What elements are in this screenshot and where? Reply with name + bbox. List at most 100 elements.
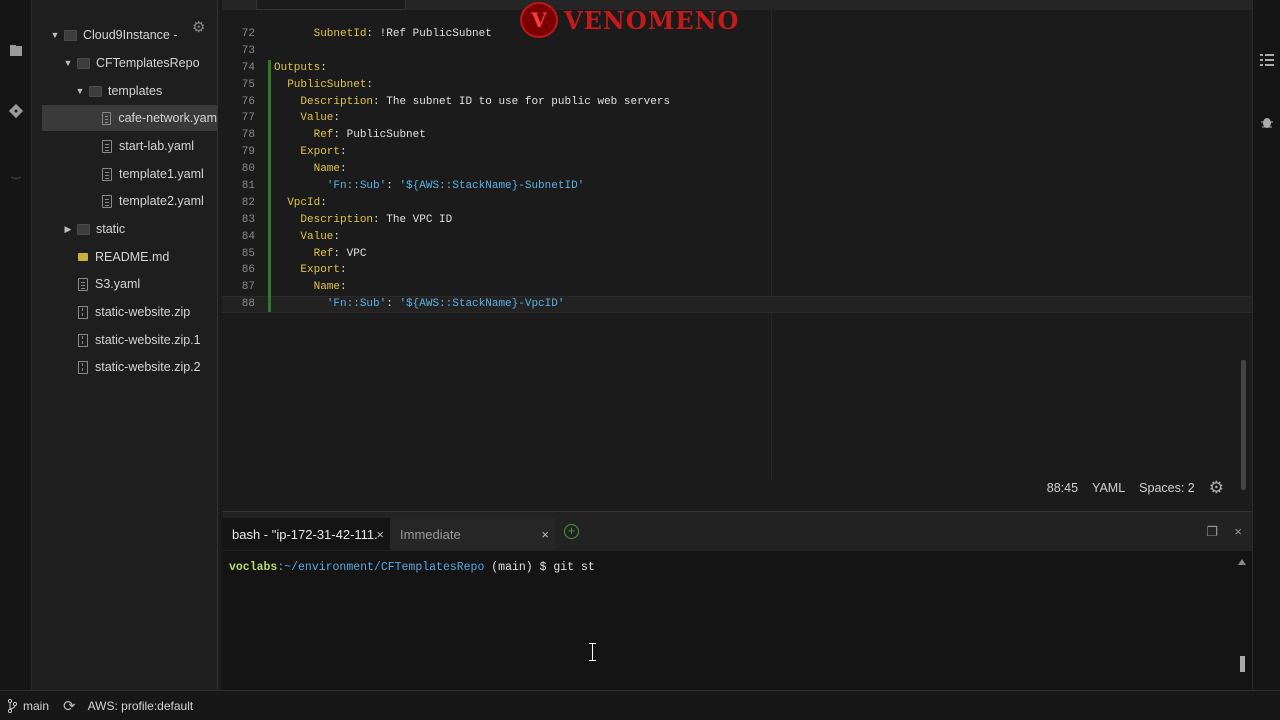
terminal-tab-bar: bash - "ip-172-31-42-111. × Immediate × …	[222, 511, 1252, 551]
files-icon[interactable]	[8, 43, 24, 59]
tab-bash[interactable]: bash - "ip-172-31-42-111. ×	[222, 518, 390, 550]
debugger-icon[interactable]	[1260, 114, 1274, 130]
tree-item-cloud9instance[interactable]: ▼ Cloud9Instance -	[32, 22, 217, 48]
add-tab-icon[interactable]: +	[564, 524, 579, 539]
tree-item-static[interactable]: ▶ static	[32, 216, 217, 242]
code-value: The VPC ID	[379, 213, 453, 226]
chevron-down-icon[interactable]: ▼	[75, 86, 85, 96]
code-line[interactable]: Value:	[274, 229, 1232, 246]
tree-item-templates[interactable]: ▼ templates	[32, 78, 217, 104]
tree-item-cftemplatesrepo[interactable]: ▼ CFTemplatesRepo	[32, 50, 217, 76]
code-line[interactable]: Description: The subnet ID to use for pu…	[274, 94, 1232, 111]
chevron-down-icon[interactable]: ▼	[50, 30, 60, 40]
tree-item-readme[interactable]: README.md	[32, 244, 217, 270]
tree-item-static-website-zip-2[interactable]: static-website.zip.2	[32, 354, 217, 380]
tree-item-label: template1.yaml	[119, 167, 204, 181]
scrollbar-thumb[interactable]	[1241, 360, 1246, 490]
code-line[interactable]	[274, 43, 1232, 60]
code-line[interactable]: 'Fn::Sub': '${AWS::StackName}-VpcID'	[274, 296, 1232, 313]
outline-icon[interactable]	[1259, 52, 1275, 68]
tree-item-label: cafe-network.yam	[118, 111, 217, 125]
code-line[interactable]: Export:	[274, 262, 1232, 279]
indent-setting[interactable]: Spaces: 2	[1139, 481, 1195, 495]
git-icon[interactable]	[8, 103, 24, 119]
tree-item-static-website-zip-1[interactable]: static-website.zip.1	[32, 327, 217, 353]
chevron-down-icon[interactable]: ▼	[63, 58, 73, 68]
terminal-command[interactable]: git st	[553, 561, 594, 574]
tree-item-label: template2.yaml	[119, 194, 204, 208]
tree-item-cafe-network[interactable]: cafe-network.yam	[42, 105, 217, 131]
cursor-position[interactable]: 88:45	[1047, 481, 1078, 495]
branch-name[interactable]: main	[23, 699, 49, 713]
language-mode[interactable]: YAML	[1092, 481, 1125, 495]
code-line[interactable]: VpcId:	[274, 195, 1232, 212]
aws-icon[interactable]	[8, 168, 24, 184]
code-line[interactable]: PublicSubnet:	[274, 77, 1232, 94]
close-icon[interactable]: ×	[376, 527, 384, 542]
scroll-up-icon[interactable]	[1238, 559, 1246, 565]
status-bar: main ⟳ AWS: profile:default	[0, 690, 1280, 720]
code-key: Description	[300, 213, 374, 226]
code-line[interactable]: Export:	[274, 144, 1232, 161]
tree-item-template2[interactable]: template2.yaml	[32, 188, 217, 214]
chevron-right-icon[interactable]: ▶	[63, 224, 73, 235]
code-line[interactable]: Ref: VPC	[274, 246, 1232, 263]
folder-icon	[77, 223, 90, 235]
code-line[interactable]: Ref: PublicSubnet	[274, 127, 1232, 144]
tree-item-static-website-zip[interactable]: static-website.zip	[32, 299, 217, 325]
line-number: 88	[241, 298, 255, 311]
line-number: 73	[241, 44, 255, 57]
code-line[interactable]: Description: The VPC ID	[274, 212, 1232, 229]
tab-immediate[interactable]: Immediate ×	[390, 518, 555, 550]
tree-item-start-lab[interactable]: start-lab.yaml	[32, 133, 217, 159]
folder-icon	[64, 29, 77, 41]
code-punct: :	[340, 163, 347, 176]
gear-icon[interactable]: ⚙	[1209, 478, 1224, 498]
code-content[interactable]: SubnetId: !Ref PublicSubnet Outputs: Publ…	[274, 26, 1232, 313]
code-editor[interactable]: 72 73 74 75 76 77 78 79 80 81 82 83 84 8…	[222, 0, 1252, 503]
terminal-scrollbar-thumb[interactable]	[1240, 656, 1245, 672]
tree-item-s3[interactable]: S3.yaml	[32, 271, 217, 297]
code-punct: :	[340, 146, 347, 159]
code-punct: :	[333, 112, 341, 125]
code-key: Outputs	[274, 61, 321, 74]
code-line[interactable]: 'Fn::Sub': '${AWS::StackName}-SubnetID'	[274, 178, 1232, 195]
code-value: The subnet ID to use for public web serv…	[379, 95, 671, 108]
tab-label: Immediate	[400, 526, 461, 542]
tree-item-label: S3.yaml	[95, 277, 141, 291]
restore-icon[interactable]: ❐	[1206, 524, 1218, 540]
code-line[interactable]: Value:	[274, 110, 1232, 127]
line-gutter: 72 73 74 75 76 77 78 79 80 81 82 83 84 8…	[222, 26, 267, 313]
code-line[interactable]: SubnetId: !Ref PublicSubnet	[274, 26, 1232, 43]
folder-icon	[77, 57, 90, 69]
line-number: 80	[241, 163, 255, 176]
terminal[interactable]: voclabs:~/environment/CFTemplatesRepo (m…	[222, 551, 1252, 690]
line-number: 86	[241, 264, 255, 277]
logo-badge-icon: V	[520, 2, 558, 38]
line-number: 78	[241, 129, 255, 142]
close-icon[interactable]: ×	[541, 527, 549, 542]
code-string: 'Fn::Sub'	[326, 298, 387, 311]
code-punct: :	[386, 298, 400, 311]
sync-icon[interactable]: ⟳	[63, 697, 76, 715]
editor-scrollbar[interactable]	[1240, 30, 1246, 500]
tree-item-label: start-lab.yaml	[119, 139, 195, 153]
prompt-user: voclabs	[229, 561, 278, 574]
aws-profile[interactable]: AWS: profile:default	[88, 699, 194, 713]
code-line[interactable]: Outputs:	[274, 60, 1232, 77]
close-icon[interactable]: ×	[1234, 524, 1242, 539]
code-line[interactable]: Name:	[274, 161, 1232, 178]
git-branch-icon	[7, 698, 17, 713]
code-punct: :	[333, 230, 341, 243]
tree-item-template1[interactable]: template1.yaml	[32, 161, 217, 187]
code-line[interactable]: Name:	[274, 279, 1232, 296]
editor-tab-cafe-network[interactable]	[256, 0, 406, 10]
tree-item-label: CFTemplatesRepo	[96, 56, 200, 70]
terminal-prompt: voclabs:~/environment/CFTemplatesRepo (m…	[229, 561, 595, 574]
file-icon	[102, 194, 112, 208]
